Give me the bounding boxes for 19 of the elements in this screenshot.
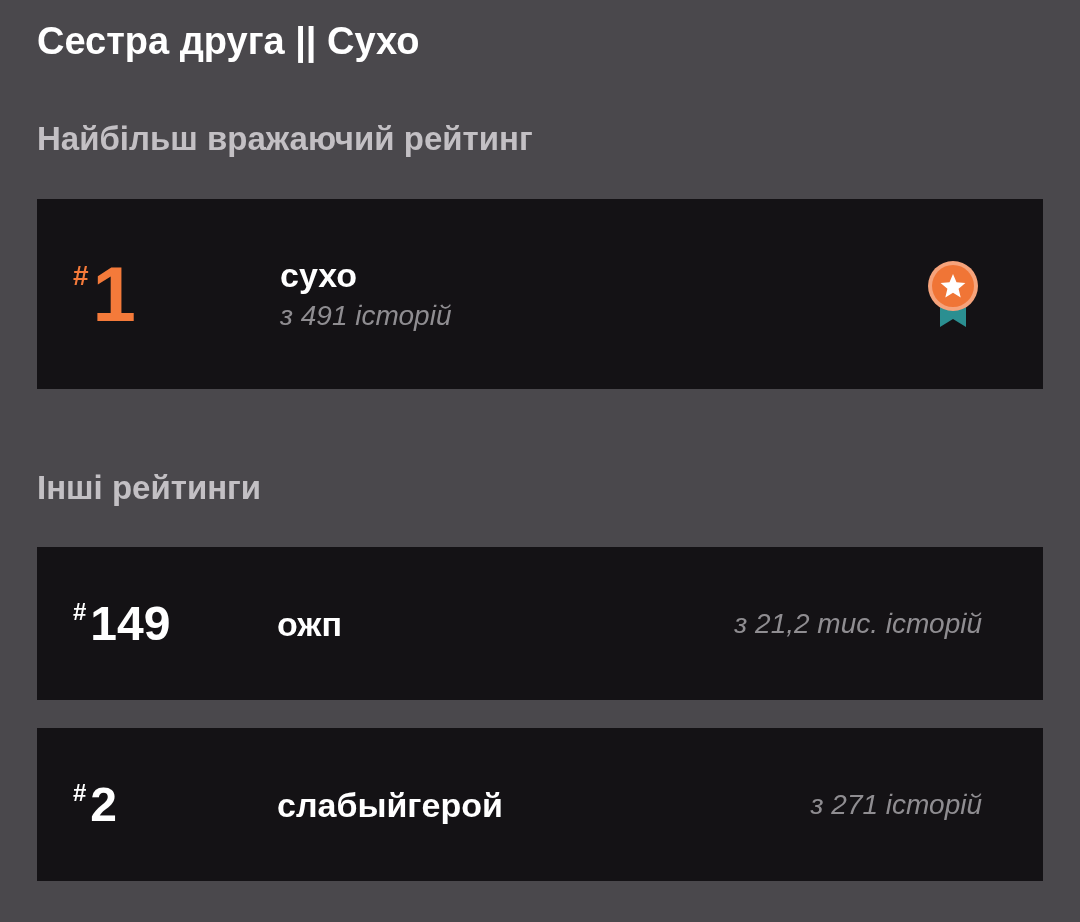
- rank-number: 149: [90, 596, 171, 651]
- ranking-card[interactable]: #2 слабыйгерой з 271 історій: [37, 728, 1043, 881]
- story-count: з 21,2 тис. історій: [734, 606, 982, 641]
- section-heading: Найбільш вражаючий рейтинг: [37, 119, 533, 159]
- rank-number: 2: [90, 777, 118, 832]
- medal-star-icon: [926, 261, 980, 327]
- rank-number: 1: [92, 255, 136, 333]
- ranking-card[interactable]: #149 ожп з 21,2 тис. історій: [37, 547, 1043, 700]
- tag-name: ожп: [277, 603, 342, 645]
- hash-sign: #: [73, 598, 87, 625]
- tag-name: сухо: [280, 255, 358, 296]
- hash-sign: #: [73, 261, 89, 291]
- page-title: Сестра друга || Сухо: [37, 19, 420, 63]
- hash-sign: #: [73, 779, 87, 806]
- tag-name: слабыйгерой: [277, 784, 503, 826]
- top-ranking-card[interactable]: #1 сухо з 491 історій: [37, 199, 1043, 389]
- section-heading: Інші рейтинги: [37, 468, 262, 508]
- story-count: з 491 історій: [280, 299, 452, 333]
- story-count: з 271 історій: [810, 787, 982, 822]
